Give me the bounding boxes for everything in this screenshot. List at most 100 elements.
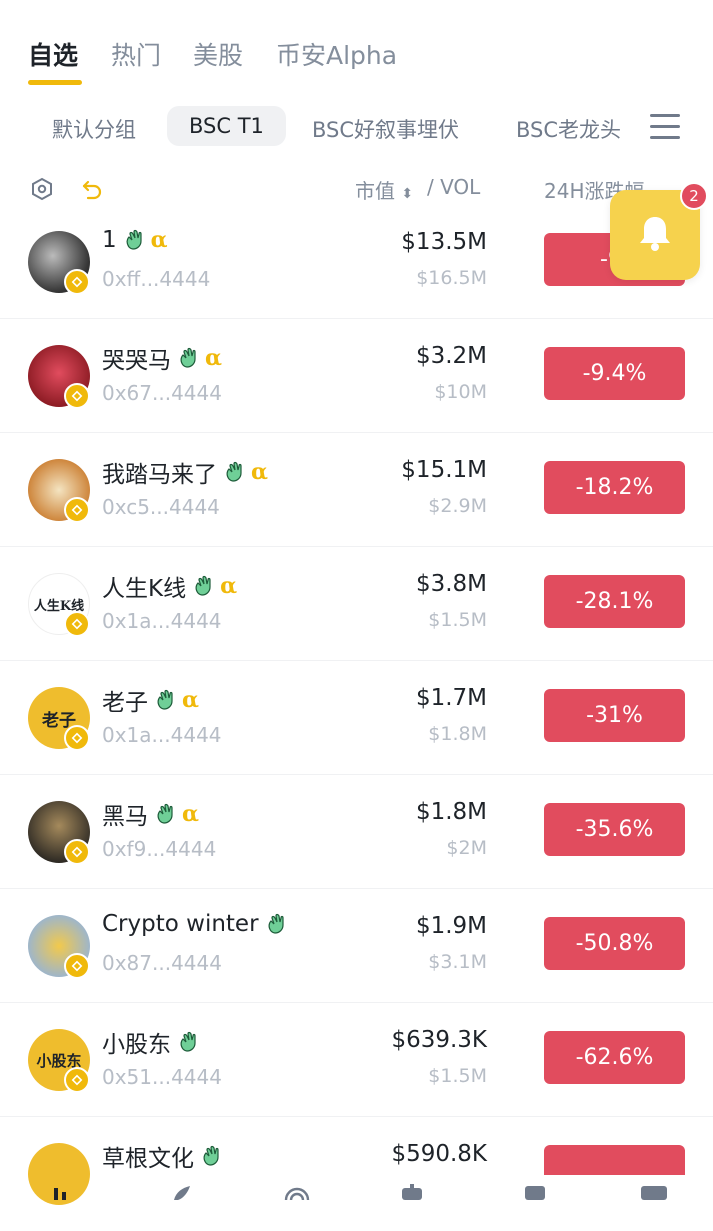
change-badge[interactable]: -28.1% xyxy=(544,575,685,628)
wave-hand-icon xyxy=(203,1145,219,1166)
column-header: 市值 ⬍ / VOL 24H涨跌幅 ▲ xyxy=(0,165,713,210)
tab-hot[interactable]: 热门 xyxy=(111,36,161,72)
market-cap-value: $3.8M xyxy=(415,571,487,597)
alpha-icon: α xyxy=(251,459,268,485)
token-name-line: 老子 α xyxy=(102,683,199,717)
change-badge[interactable]: -18.2% xyxy=(544,461,685,514)
bell-icon xyxy=(640,217,670,251)
alpha-icon: α xyxy=(205,345,222,371)
vol-label[interactable]: / VOL xyxy=(427,175,480,199)
alpha-icon: α xyxy=(150,227,168,253)
market-cap-value: $639.3K xyxy=(391,1027,487,1053)
token-name: 我踏马来了 xyxy=(102,462,217,488)
alpha-icon: α xyxy=(182,687,199,713)
market-cap-label: 市值 xyxy=(355,179,395,203)
token-name: Crypto winter xyxy=(102,911,259,937)
volume-value: $3.1M xyxy=(428,951,487,973)
token-address: 0x67...4444 xyxy=(102,381,222,405)
orders-nav-icon[interactable] xyxy=(522,1184,548,1200)
volume-value: $2M xyxy=(446,837,487,859)
menu-icon[interactable] xyxy=(650,114,680,142)
sort-arrows-icon: ⬍ xyxy=(401,186,414,202)
wave-hand-icon xyxy=(126,229,142,250)
volume-value: $10M xyxy=(434,381,487,403)
market-cap-value: $1.9M xyxy=(415,913,487,939)
token-address: 0x1a...4444 xyxy=(102,609,222,633)
token-address: 0xc5...4444 xyxy=(102,495,220,519)
rocket-nav-icon[interactable] xyxy=(168,1184,196,1200)
market-cap-value: $590.8K xyxy=(391,1141,487,1167)
volume-value: $2.9M xyxy=(428,495,487,517)
volume-value: $16.5M xyxy=(416,267,487,289)
token-name-line: 1 α xyxy=(102,227,168,253)
token-name-line: Crypto winter xyxy=(102,911,287,937)
token-name: 人生K线 xyxy=(102,576,187,602)
market-cap-value: $13.5M xyxy=(401,229,487,255)
alpha-icon: α xyxy=(220,573,238,599)
tab-watchlist[interactable]: 自选 xyxy=(28,36,78,72)
token-row[interactable]: Crypto winter 0x87...4444 $1.9M $3.1M -5… xyxy=(0,889,713,1003)
alpha-icon: α xyxy=(182,801,199,827)
change-badge[interactable]: -62.6% xyxy=(544,1031,685,1084)
token-row[interactable]: 小股东 小股东 0x51...4444 $639.3K $1.5M -62.6% xyxy=(0,1003,713,1117)
token-row[interactable]: 1 α 0xff...4444 $13.5M $16.5M -9. xyxy=(0,205,713,319)
group-tabs: 默认分组 BSC T1 BSC好叙事埋伏 BSC老龙头 xyxy=(0,100,713,160)
token-name-line: 草根文化 xyxy=(102,1139,222,1173)
change-badge[interactable]: -9.4% xyxy=(544,347,685,400)
token-address: 0xf9...4444 xyxy=(102,837,217,861)
bnb-chain-icon xyxy=(64,953,90,979)
token-name: 老子 xyxy=(102,690,148,716)
bnb-chain-icon xyxy=(64,1067,90,1093)
wave-hand-icon xyxy=(157,689,173,710)
markets-nav-icon[interactable] xyxy=(52,1184,76,1200)
token-name-line: 小股东 xyxy=(102,1025,199,1059)
token-row[interactable]: 草根文化 $590.8K xyxy=(0,1117,713,1231)
token-address: 0x51...4444 xyxy=(102,1065,222,1089)
token-name: 1 xyxy=(102,227,117,253)
change-badge[interactable] xyxy=(544,1145,685,1175)
change-badge[interactable]: -31% xyxy=(544,689,685,742)
sort-market-cap[interactable]: 市值 ⬍ xyxy=(355,175,413,204)
bnb-chain-icon xyxy=(64,383,90,409)
wave-hand-icon xyxy=(195,575,211,596)
token-address: 0xff...4444 xyxy=(102,267,211,291)
group-default[interactable]: 默认分组 xyxy=(52,114,136,144)
volume-value: $1.5M xyxy=(428,609,487,631)
market-cap-value: $3.2M xyxy=(415,343,487,369)
token-name-line: 黑马 α xyxy=(102,797,199,831)
bnb-chain-icon xyxy=(64,839,90,865)
group-bsc-t1[interactable]: BSC T1 xyxy=(167,106,286,146)
volume-value: $1.5M xyxy=(428,1065,487,1087)
token-row[interactable]: 我踏马来了 α 0xc5...4444 $15.1M $2.9M -18.2% xyxy=(0,433,713,547)
token-address: 0x1a...4444 xyxy=(102,723,222,747)
tab-binance-alpha[interactable]: 币安Alpha xyxy=(276,36,397,72)
market-cap-value: $1.8M xyxy=(415,799,487,825)
bot-nav-icon[interactable] xyxy=(396,1184,428,1200)
volume-value: $1.8M xyxy=(428,723,487,745)
tab-us-stocks[interactable]: 美股 xyxy=(193,36,243,72)
token-row[interactable]: 哭哭马 α 0x67...4444 $3.2M $10M -9.4% xyxy=(0,319,713,433)
token-name: 草根文化 xyxy=(102,1146,194,1172)
change-badge[interactable]: -50.8% xyxy=(544,917,685,970)
wave-hand-icon xyxy=(180,347,196,368)
wave-hand-icon xyxy=(268,913,284,934)
token-row[interactable]: 老子 老子 α 0x1a...4444 $1.7M $1.8M -31% xyxy=(0,661,713,775)
group-bsc-narrative[interactable]: BSC好叙事埋伏 xyxy=(312,114,459,144)
bnb-chain-icon xyxy=(64,725,90,751)
settings-hex-icon[interactable] xyxy=(30,177,54,201)
group-bsc-leaders[interactable]: BSC老龙头 xyxy=(516,114,621,144)
change-badge[interactable]: -35.6% xyxy=(544,803,685,856)
token-row[interactable]: 人生K线 人生K线 α 0x1a...4444 $3.8M $1.5M -28.… xyxy=(0,547,713,661)
top-tabs: 自选 热门 美股 币安Alpha xyxy=(0,0,713,100)
token-name-line: 哭哭马 α xyxy=(102,341,222,375)
token-address: 0x87...4444 xyxy=(102,951,222,975)
token-name: 黑马 xyxy=(102,804,148,830)
token-name-line: 我踏马来了 α xyxy=(102,455,268,489)
broadcast-nav-icon[interactable] xyxy=(280,1184,314,1200)
wave-hand-icon xyxy=(157,803,173,824)
undo-icon[interactable] xyxy=(80,177,104,201)
notification-count-badge: 2 xyxy=(680,182,708,210)
token-row[interactable]: 黑马 α 0xf9...4444 $1.8M $2M -35.6% xyxy=(0,775,713,889)
token-name-line: 人生K线 α xyxy=(102,569,237,603)
wallet-nav-icon[interactable] xyxy=(638,1184,670,1200)
